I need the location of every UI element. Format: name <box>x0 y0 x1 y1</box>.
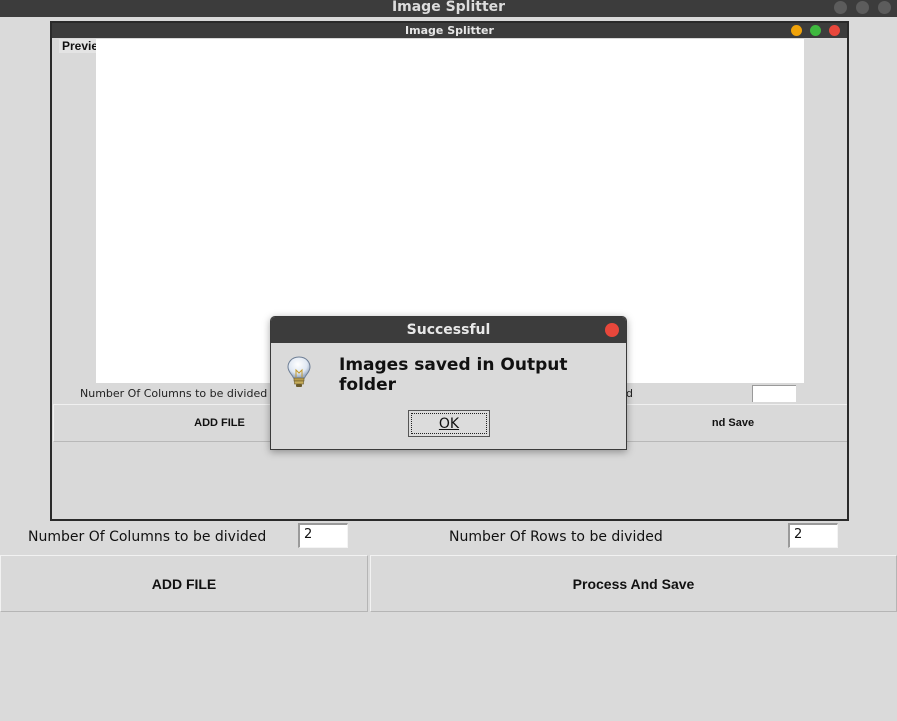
close-icon[interactable] <box>878 1 891 14</box>
add-file-button[interactable]: ADD FILE <box>0 555 368 612</box>
columns-label: Number Of Columns to be divided <box>28 529 267 545</box>
minimize-icon[interactable] <box>834 1 847 14</box>
preview-window-title: Image Splitter <box>405 24 494 37</box>
columns-input[interactable]: 2 <box>298 523 348 548</box>
minimize-icon <box>791 25 802 36</box>
add-file-button-label: ADD FILE <box>194 417 245 429</box>
process-and-save-button-label: nd Save <box>711 417 755 429</box>
ok-button-label: OK <box>438 415 460 432</box>
maximize-icon <box>810 25 821 36</box>
success-dialog: Successful Images saved in Output folder… <box>270 316 627 450</box>
close-icon <box>829 25 840 36</box>
rows-input <box>752 385 796 402</box>
ok-button[interactable]: OK <box>408 410 490 437</box>
add-file-button-label: ADD FILE <box>151 575 217 592</box>
process-and-save-button-label: Process And Save <box>572 575 695 592</box>
maximize-icon[interactable] <box>856 1 869 14</box>
preview-window-titlebar: Image Splitter <box>52 23 847 38</box>
rows-label: d <box>626 387 633 400</box>
close-icon[interactable] <box>605 323 619 337</box>
dialog-title: Successful <box>406 322 491 338</box>
main-window-titlebar[interactable]: Image Splitter <box>0 0 897 17</box>
rows-label: Number Of Rows to be divided <box>449 529 663 545</box>
dialog-message: Images saved in Output folder <box>339 355 568 395</box>
lightbulb-icon <box>287 356 311 387</box>
process-and-save-button[interactable]: Process And Save <box>370 555 897 612</box>
columns-label: Number Of Columns to be divided <box>80 387 268 400</box>
main-window-title: Image Splitter <box>391 0 506 15</box>
rows-input[interactable]: 2 <box>788 523 838 548</box>
dialog-titlebar[interactable]: Successful <box>271 317 626 343</box>
